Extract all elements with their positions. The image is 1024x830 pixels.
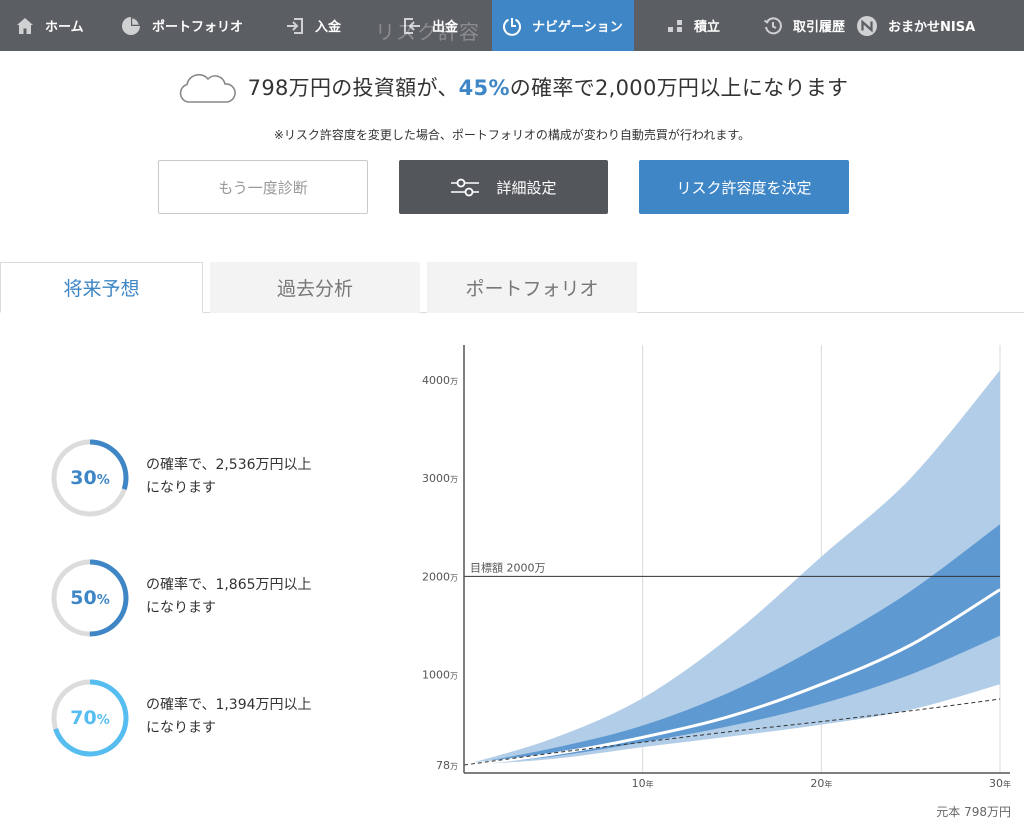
principal-caption: 元本 798万円	[936, 805, 1011, 819]
y-tick-3000: 3000万	[422, 472, 458, 485]
x-tick-10: 10年	[632, 777, 654, 790]
tab-forecast[interactable]: 将来予想	[0, 262, 203, 313]
x-tick-30: 30年	[989, 777, 1011, 790]
y-tick-2000: 2000万	[422, 570, 458, 583]
y-tick-78: 78万	[436, 759, 458, 772]
y-tick-1000: 1000万	[422, 668, 458, 681]
target-label: 目標額 2000万	[470, 560, 546, 574]
x-tick-20: 20年	[810, 777, 832, 790]
y-tick-4000: 4000万	[422, 374, 458, 387]
forecast-chart: 目標額 2000万 78万 1000万 2000万 3000万 4000万 10年 20年 30…	[422, 345, 1011, 790]
